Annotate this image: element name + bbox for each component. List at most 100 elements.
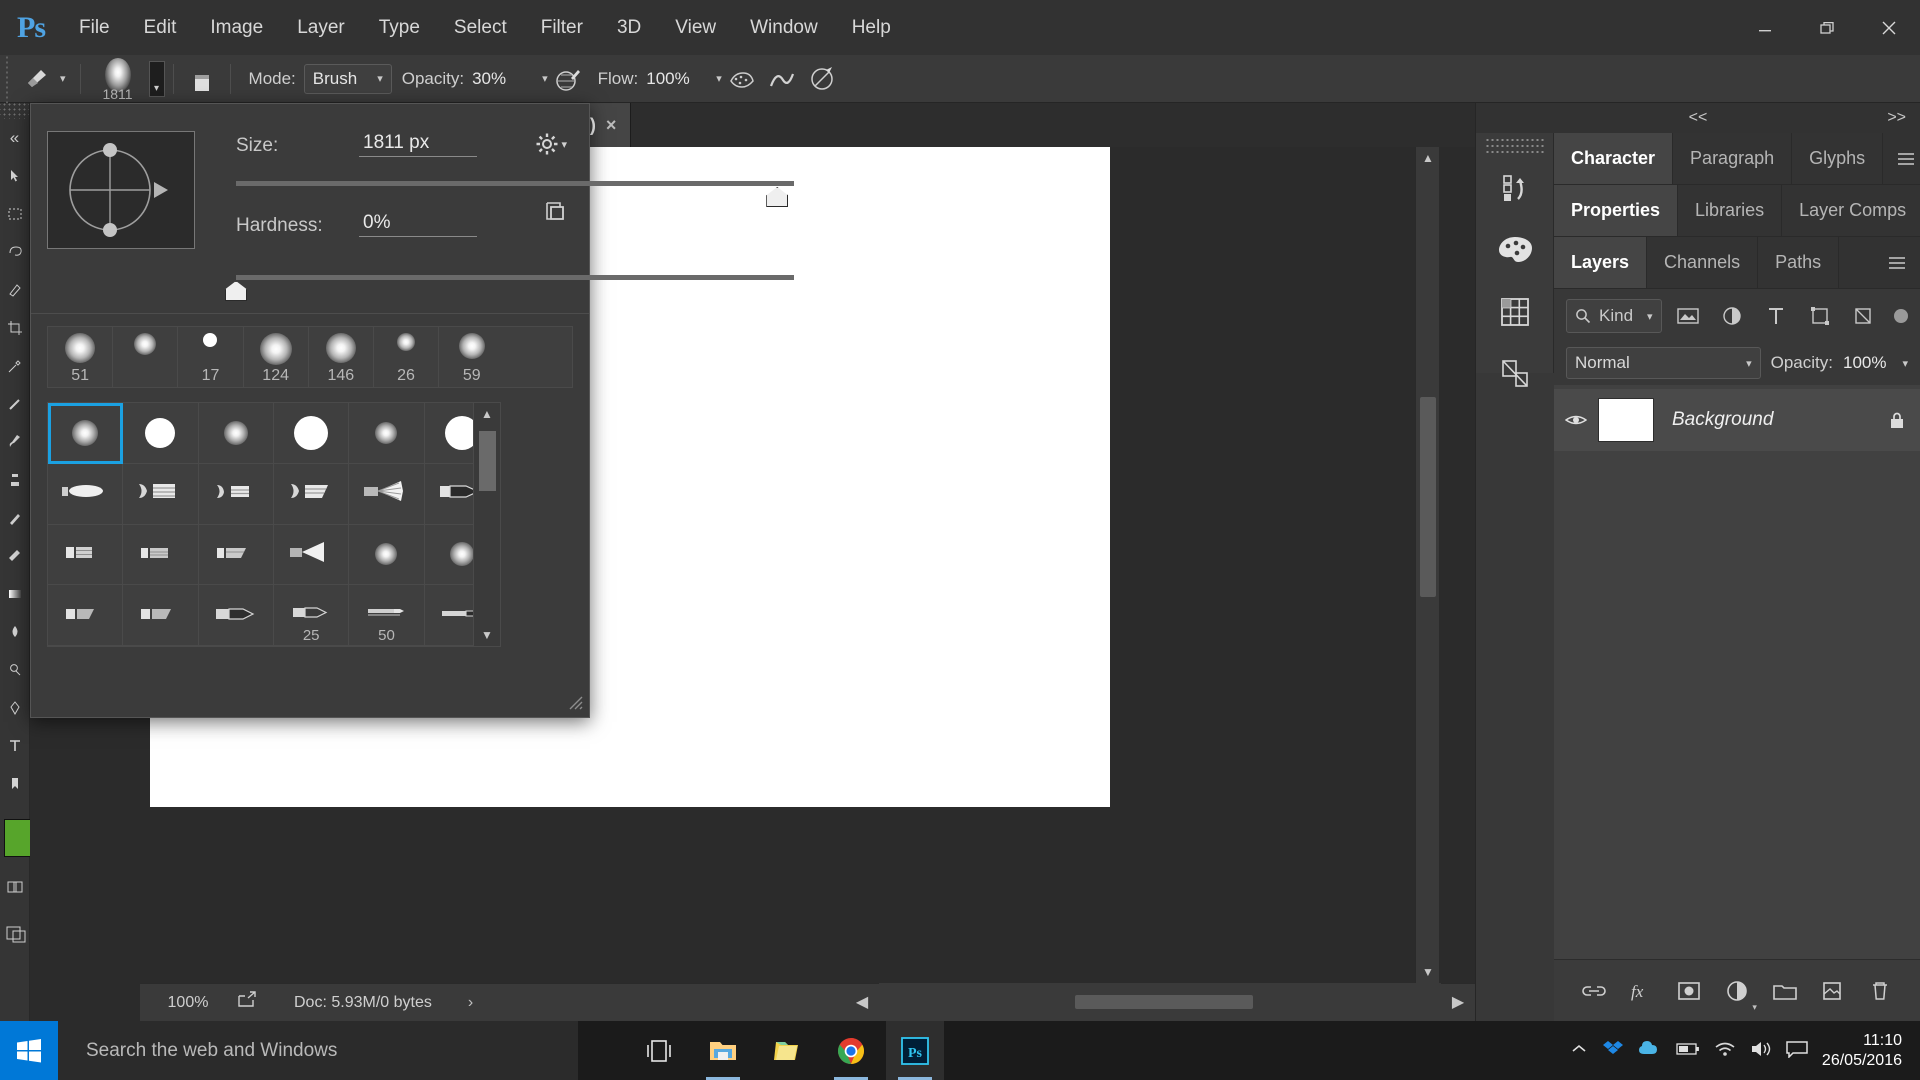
- brush-preset-cell[interactable]: [349, 403, 424, 464]
- brush-preset-cell[interactable]: [274, 403, 349, 464]
- tool-quick-select[interactable]: [0, 271, 29, 309]
- resize-grip-icon[interactable]: [565, 692, 583, 713]
- tools-panel-grip[interactable]: [0, 103, 29, 119]
- horizontal-scroll-thumb[interactable]: [1075, 995, 1253, 1009]
- brush-preset-cell[interactable]: [349, 464, 424, 525]
- task-view-icon[interactable]: [630, 1021, 688, 1080]
- panel-menu-icon[interactable]: [1874, 237, 1920, 288]
- brush-preset-dropdown[interactable]: ▾: [149, 61, 165, 97]
- menu-edit[interactable]: Edit: [127, 0, 194, 55]
- menu-filter[interactable]: Filter: [524, 0, 600, 55]
- menu-layer[interactable]: Layer: [280, 0, 362, 55]
- type-filter-icon[interactable]: [1759, 301, 1793, 331]
- brush-preset-cell[interactable]: 25: [274, 585, 349, 646]
- tab-properties[interactable]: Properties: [1554, 185, 1678, 236]
- mode-select[interactable]: Brush ▾: [304, 64, 392, 94]
- tab-layer-comps[interactable]: Layer Comps: [1782, 185, 1920, 236]
- layer-lock-indicator[interactable]: [1874, 410, 1920, 430]
- scroll-right-icon[interactable]: ▶: [1441, 983, 1475, 1021]
- menu-help[interactable]: Help: [835, 0, 908, 55]
- layer-visibility-toggle[interactable]: [1554, 412, 1598, 428]
- scroll-left-icon[interactable]: ◀: [845, 983, 879, 1021]
- tool-history-brush[interactable]: [0, 499, 29, 537]
- brush-preset-cell[interactable]: [199, 403, 274, 464]
- taskbar-clock[interactable]: 11:10 26/05/2016: [1822, 1031, 1902, 1071]
- brush-size-input[interactable]: 1811 px: [359, 132, 477, 157]
- opacity-pressure-toggle[interactable]: [548, 59, 588, 99]
- quick-mask-button[interactable]: [7, 878, 25, 901]
- brush-preset-cell[interactable]: [199, 585, 274, 646]
- recent-brush-cell[interactable]: [113, 327, 178, 387]
- brush-preset-grid[interactable]: 2550: [47, 402, 501, 647]
- brush-preset-cell[interactable]: [274, 464, 349, 525]
- brush-settings-panel-button[interactable]: [182, 59, 222, 99]
- vertical-scroll-thumb[interactable]: [1420, 397, 1436, 597]
- wifi-icon[interactable]: [1714, 1041, 1736, 1061]
- brush-preset-cell[interactable]: [48, 464, 123, 525]
- shape-filter-icon[interactable]: [1803, 301, 1837, 331]
- table-row[interactable]: Background: [1554, 389, 1920, 451]
- tab-paths[interactable]: Paths: [1758, 237, 1839, 288]
- brush-preset-cell[interactable]: [123, 403, 198, 464]
- brush-preset-picker[interactable]: 1811: [89, 55, 147, 103]
- tool-clone-stamp[interactable]: [0, 461, 29, 499]
- screen-mode-button[interactable]: [6, 924, 28, 949]
- menu-3d[interactable]: 3D: [600, 0, 658, 55]
- link-layers-icon[interactable]: [1574, 971, 1614, 1011]
- expand-panels-icon[interactable]: >>: [1887, 109, 1906, 127]
- search-input[interactable]: Search the web and Windows: [58, 1021, 578, 1080]
- canvas-vertical-scrollbar[interactable]: ▲ ▼: [1415, 147, 1439, 983]
- menu-image[interactable]: Image: [193, 0, 280, 55]
- collapse-tools-icon[interactable]: «: [0, 119, 29, 157]
- swatches-panel-icon[interactable]: [1476, 219, 1553, 281]
- flow-control[interactable]: 100% ▾: [646, 69, 722, 89]
- layer-opacity-value[interactable]: 100%: [1843, 353, 1886, 373]
- menu-file[interactable]: File: [62, 0, 127, 55]
- tool-pen[interactable]: [0, 689, 29, 727]
- eraser-tool-button[interactable]: ▾: [14, 55, 72, 103]
- layer-thumbnail[interactable]: [1598, 398, 1654, 442]
- opacity-value[interactable]: 30%: [472, 69, 520, 89]
- file-explorer-icon[interactable]: [694, 1021, 752, 1080]
- tool-lasso[interactable]: [0, 233, 29, 271]
- panel-menu-icon[interactable]: [1883, 133, 1920, 184]
- smart-object-filter-icon[interactable]: [1846, 301, 1880, 331]
- tool-path-select[interactable]: [0, 765, 29, 803]
- brush-preset-cell[interactable]: 50: [349, 585, 424, 646]
- brush-preset-cell[interactable]: [123, 464, 198, 525]
- adjustment-filter-icon[interactable]: [1715, 301, 1749, 331]
- layer-filter-toggle[interactable]: [1894, 309, 1908, 323]
- recent-brush-cell[interactable]: 146: [309, 327, 374, 387]
- brush-size-slider[interactable]: [236, 177, 794, 191]
- tool-gradient[interactable]: [0, 575, 29, 613]
- scroll-up-icon[interactable]: ▲: [1416, 147, 1440, 169]
- photoshop-icon[interactable]: Ps: [886, 1021, 944, 1080]
- tool-type[interactable]: [0, 727, 29, 765]
- history-panel-icon[interactable]: [1476, 157, 1553, 219]
- scroll-down-icon[interactable]: ▼: [1416, 961, 1440, 983]
- menu-select[interactable]: Select: [437, 0, 524, 55]
- minimize-button[interactable]: [1734, 0, 1796, 55]
- collapse-panels-icon[interactable]: <<: [1689, 109, 1708, 127]
- zoom-level[interactable]: 100%: [140, 994, 236, 1012]
- airbrush-toggle[interactable]: [722, 59, 762, 99]
- delete-layer-icon[interactable]: [1860, 971, 1900, 1011]
- chrome-icon[interactable]: [822, 1021, 880, 1080]
- grid-panel-icon[interactable]: [1476, 281, 1553, 343]
- opacity-control[interactable]: 30% ▾: [472, 69, 548, 89]
- layer-style-fx-icon[interactable]: fx: [1622, 971, 1662, 1011]
- battery-icon[interactable]: [1676, 1042, 1700, 1060]
- new-layer-icon[interactable]: [1812, 971, 1852, 1011]
- tool-move[interactable]: [0, 157, 29, 195]
- dropbox-icon[interactable]: [1602, 1039, 1624, 1063]
- menu-type[interactable]: Type: [362, 0, 437, 55]
- rail-grip[interactable]: [1484, 139, 1546, 157]
- adjustment-layer-icon[interactable]: ▾: [1717, 971, 1757, 1011]
- close-button[interactable]: [1858, 0, 1920, 55]
- options-bar-grip[interactable]: [0, 55, 14, 103]
- recent-brush-cell[interactable]: 26: [374, 327, 439, 387]
- recent-brush-cell[interactable]: 59: [439, 327, 504, 387]
- blend-mode-select[interactable]: Normal ▾: [1566, 347, 1761, 379]
- chevron-down-icon[interactable]: ▾: [1902, 357, 1908, 370]
- scroll-up-icon[interactable]: ▲: [474, 403, 500, 425]
